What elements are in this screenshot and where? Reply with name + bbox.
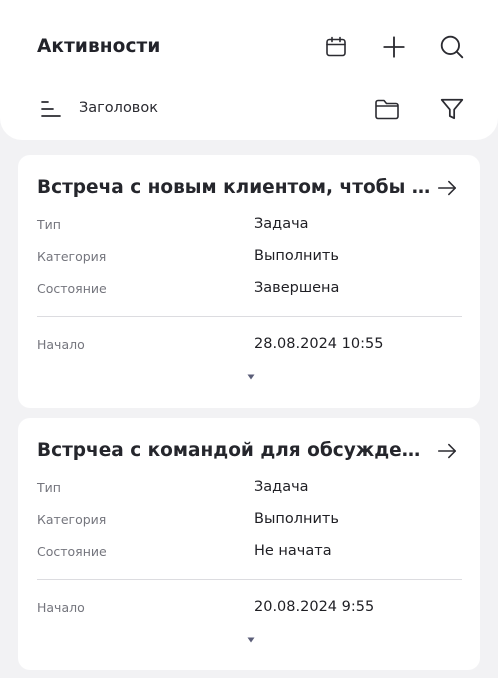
- page-title: Активности: [37, 36, 161, 57]
- start-value: 20.08.2024 9:55: [254, 599, 375, 615]
- start-value: 28.08.2024 10:55: [254, 336, 384, 352]
- type-label: Тип: [37, 217, 61, 232]
- search-button[interactable]: [438, 33, 466, 61]
- state-label: Состояние: [37, 544, 107, 559]
- calendar-button[interactable]: [322, 33, 350, 61]
- category-label: Категория: [37, 249, 107, 264]
- calendar-icon: [326, 36, 346, 57]
- plus-icon: [383, 36, 405, 58]
- sort-button[interactable]: [37, 97, 63, 121]
- filter-button[interactable]: [438, 95, 466, 123]
- arrow-right-icon: [437, 443, 457, 459]
- folder-button[interactable]: [372, 95, 402, 123]
- divider: [37, 316, 462, 317]
- activity-card[interactable]: Встрчеа с командой для обсуждения п... Т…: [18, 418, 480, 670]
- chevron-down-icon: [247, 374, 255, 380]
- expand-button[interactable]: [246, 373, 256, 381]
- open-activity-button[interactable]: [435, 176, 459, 200]
- sort-field-label[interactable]: Заголовок: [79, 100, 158, 116]
- search-icon: [440, 35, 464, 59]
- expand-button[interactable]: [246, 636, 256, 644]
- activity-card[interactable]: Встреча с новым клиентом, чтобы пре... Т…: [18, 155, 480, 408]
- activity-title: Встрчеа с командой для обсуждения п...: [37, 440, 432, 461]
- chevron-down-icon: [247, 637, 255, 643]
- type-value: Задача: [254, 479, 309, 495]
- start-label: Начало: [37, 337, 85, 352]
- state-label: Состояние: [37, 281, 107, 296]
- arrow-right-icon: [437, 180, 457, 196]
- filter-icon: [440, 98, 464, 120]
- category-value: Выполнить: [254, 248, 339, 264]
- start-label: Начало: [37, 600, 85, 615]
- type-label: Тип: [37, 480, 61, 495]
- category-label: Категория: [37, 512, 107, 527]
- category-value: Выполнить: [254, 511, 339, 527]
- app-header: Активности Заголовок: [0, 0, 498, 140]
- state-value: Не начата: [254, 543, 332, 559]
- state-value: Завершена: [254, 280, 340, 296]
- open-activity-button[interactable]: [435, 439, 459, 463]
- type-value: Задача: [254, 216, 309, 232]
- activity-title: Встреча с новым клиентом, чтобы пре...: [37, 177, 432, 198]
- divider: [37, 579, 462, 580]
- sort-icon: [41, 101, 61, 117]
- add-button[interactable]: [380, 33, 408, 61]
- folder-icon: [375, 99, 399, 120]
